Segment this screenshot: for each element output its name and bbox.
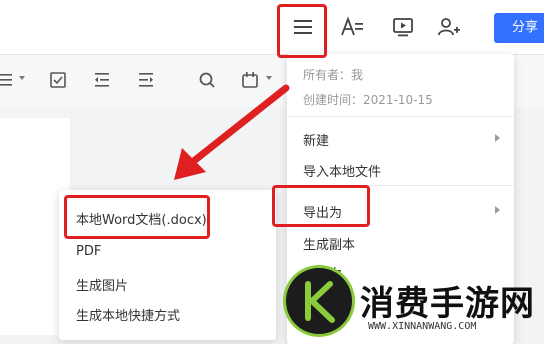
export-shortcut-item[interactable]: 生成本地快捷方式: [76, 305, 180, 324]
menu-divider: [287, 116, 514, 117]
owner-label: 所有者：我: [303, 68, 364, 82]
watermark-logo: [286, 268, 352, 334]
export-pdf-item[interactable]: PDF: [76, 244, 101, 259]
list-icon[interactable]: [0, 69, 18, 91]
outdent-icon[interactable]: [91, 69, 113, 91]
highlight-box: [277, 4, 327, 58]
arrow-annotation-icon: [174, 84, 290, 180]
chevron-right-icon: [495, 134, 500, 142]
checkbox-icon[interactable]: [47, 69, 69, 91]
watermark-url: WWW.XINNANWANG.COM: [368, 321, 477, 332]
text-format-icon[interactable]: [339, 14, 365, 40]
menu-item-duplicate[interactable]: 生成副本: [303, 234, 355, 253]
indent-icon[interactable]: [135, 69, 157, 91]
share-button[interactable]: 分享: [494, 13, 544, 43]
highlight-box: [64, 195, 210, 239]
created-time-label: 创建时间：2021-10-15: [303, 93, 433, 107]
menu-item-new[interactable]: 新建: [303, 130, 329, 149]
add-user-icon[interactable]: [436, 14, 462, 40]
export-image-item[interactable]: 生成图片: [76, 275, 128, 294]
top-bar: 分享: [0, 0, 544, 55]
present-icon[interactable]: [390, 14, 416, 40]
menu-item-import[interactable]: 导入本地文件: [303, 161, 381, 180]
chevron-down-icon[interactable]: [19, 76, 25, 80]
chevron-right-icon: [495, 206, 500, 214]
watermark-text: 消费手游网: [360, 284, 535, 324]
